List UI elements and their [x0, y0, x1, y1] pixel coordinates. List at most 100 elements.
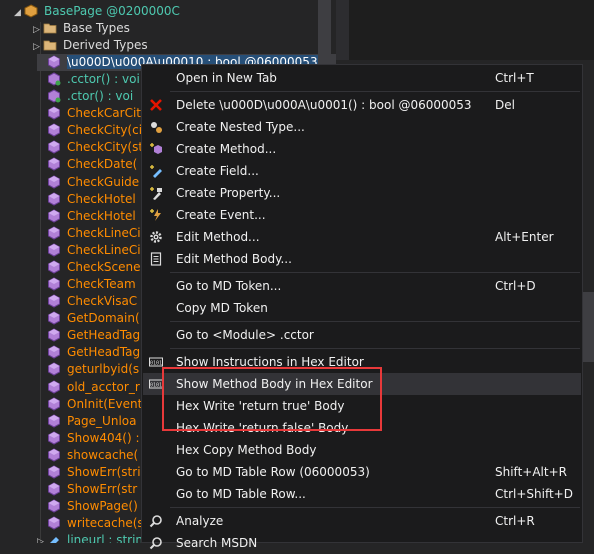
tree-node-label: CheckHotel — [67, 209, 136, 223]
menu-item-label: Hex Copy Method Body — [176, 443, 317, 457]
menu-item[interactable]: Analyze Ctrl+R — [143, 510, 581, 532]
code-scrollbar[interactable] — [583, 292, 594, 362]
tree-node-label: CheckLineCi — [67, 226, 141, 240]
menu-item-label: Analyze — [176, 514, 224, 528]
menu-item[interactable]: Edit Method Body... — [143, 248, 581, 270]
tree-node-label: old_acctor_r — [67, 380, 140, 394]
menu-item[interactable]: Create Event... — [143, 204, 581, 226]
method-icon — [47, 380, 61, 394]
tree-node-label: showcache( — [67, 448, 139, 462]
menu-separator — [170, 321, 580, 322]
method-icon — [47, 516, 61, 530]
tree-node-label: OnInit(Event — [67, 397, 143, 411]
menu-item-label: Create Field... — [176, 164, 259, 178]
menu-item-shortcut: Alt+Enter — [495, 230, 554, 244]
method-icon — [47, 192, 61, 206]
method-icon — [47, 414, 61, 428]
annotation-highlight-box — [162, 367, 382, 431]
menu-item[interactable]: Create Field... — [143, 160, 581, 182]
no-icon — [149, 465, 163, 479]
tree-node-label: GetHeadTag — [67, 328, 141, 342]
method-icon — [47, 260, 61, 274]
tree-node-label: Derived Types — [63, 38, 148, 52]
splitter[interactable] — [336, 0, 349, 60]
tree-node-label: CheckScene — [67, 260, 141, 274]
no-icon — [149, 487, 163, 501]
create-property-icon — [149, 186, 163, 200]
method-icon — [47, 175, 61, 189]
create-method-icon — [149, 142, 163, 156]
no-icon — [149, 443, 163, 457]
menu-item-label: Create Method... — [176, 142, 277, 156]
menu-separator — [170, 91, 580, 92]
tree-node-root[interactable]: ◢ BasePage @0200000C — [14, 3, 336, 20]
tree-node-label: CheckDate( — [67, 157, 138, 171]
tree-scrollbar[interactable] — [318, 0, 331, 60]
tree-node-folder[interactable]: ▷ Base Types — [33, 20, 336, 37]
menu-item[interactable]: Open in New Tab Ctrl+T — [143, 67, 581, 89]
tree-node-label: Show404() : — [67, 431, 140, 445]
menu-item[interactable]: Create Property... — [143, 182, 581, 204]
tree-node-label: CheckVisaC — [67, 294, 138, 308]
search-icon — [149, 536, 163, 550]
menu-item-label: Search MSDN — [176, 536, 258, 550]
method-icon — [47, 362, 61, 376]
delete-icon — [149, 98, 163, 112]
menu-item-label: Open in New Tab — [176, 71, 277, 85]
expander-icon[interactable]: ▷ — [37, 534, 47, 543]
menu-item-shortcut: Shift+Alt+R — [495, 465, 567, 479]
tree-node-label: CheckTeam — [67, 277, 136, 291]
menu-separator — [170, 348, 580, 349]
tree-node-label: CheckCarCit — [67, 106, 141, 120]
tree-node-label: CheckHotel — [67, 192, 136, 206]
tree-node-label: CheckLineCi — [67, 243, 141, 257]
method-icon — [47, 465, 61, 479]
tree-node-label: CheckCity(ci — [67, 123, 143, 137]
menu-item-label: Create Event... — [176, 208, 266, 222]
tree-node-label: CheckCity(st — [67, 140, 144, 154]
tree-node-folder[interactable]: ▷ Derived Types — [33, 37, 336, 54]
no-icon — [149, 399, 163, 413]
svg-text:0101: 0101 — [150, 361, 162, 367]
ctor-icon — [47, 72, 61, 86]
menu-item-shortcut: Ctrl+R — [495, 514, 535, 528]
tree-node-label: BasePage @0200000C — [44, 4, 180, 18]
menu-item[interactable]: Create Nested Type... — [143, 116, 581, 138]
menu-item[interactable]: Create Method... — [143, 138, 581, 160]
method-icon — [47, 277, 61, 291]
method-icon — [47, 226, 61, 240]
no-icon — [149, 328, 163, 342]
menu-item[interactable]: Copy MD Token — [143, 297, 581, 319]
menu-item[interactable]: Go to <Module> .cctor — [143, 324, 581, 346]
folder-icon — [43, 38, 57, 52]
method-icon — [47, 482, 61, 496]
menu-separator — [170, 507, 580, 508]
expander-icon[interactable]: ◢ — [14, 5, 24, 22]
menu-item-label: Go to <Module> .cctor — [176, 328, 314, 342]
code-pane — [349, 0, 594, 60]
menu-item[interactable]: Go to MD Table Row... Ctrl+Shift+D — [143, 483, 581, 505]
menu-item[interactable]: Edit Method... Alt+Enter — [143, 226, 581, 248]
menu-item[interactable]: Search MSDN — [143, 532, 581, 554]
menu-item[interactable]: Go to MD Token... Ctrl+D — [143, 275, 581, 297]
no-icon — [149, 279, 163, 293]
menu-item-label: Copy MD Token — [176, 301, 268, 315]
method-icon — [47, 243, 61, 257]
class-icon — [24, 4, 38, 18]
method-icon — [47, 294, 61, 308]
ctor-icon — [47, 89, 61, 103]
menu-item-shortcut: Ctrl+T — [495, 71, 534, 85]
menu-item-label: Create Property... — [176, 186, 281, 200]
menu-item[interactable]: Go to MD Table Row (06000053) Shift+Alt+R — [143, 461, 581, 483]
menu-item-shortcut: Del — [495, 98, 515, 112]
no-icon — [149, 421, 163, 435]
nested-type-icon — [149, 120, 163, 134]
method-icon — [47, 448, 61, 462]
svg-text:0101: 0101 — [150, 383, 162, 389]
menu-item[interactable]: Hex Copy Method Body — [143, 439, 581, 461]
menu-item[interactable]: Delete \u000D\u000A\u0001() : bool @0600… — [143, 94, 581, 116]
menu-item-label: Go to MD Token... — [176, 279, 282, 293]
method-icon — [47, 345, 61, 359]
tree-node-label: Page_Unloa — [67, 414, 137, 428]
menu-item-label: Create Nested Type... — [176, 120, 305, 134]
